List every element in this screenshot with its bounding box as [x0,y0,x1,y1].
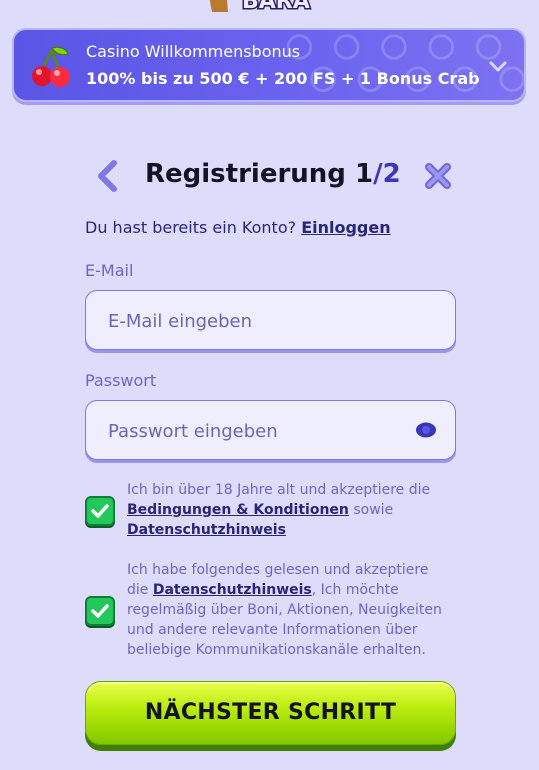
checkmark-icon [91,604,109,618]
login-link[interactable]: Einloggen [301,218,390,237]
password-input[interactable] [106,401,410,461]
brand-logo-text: BARA [242,0,310,14]
cherry-icon [32,46,70,87]
terms-link[interactable]: Bedingungen & Konditionen [127,502,349,518]
step-total: 2 [382,159,401,189]
page-title-text: Registrierung [145,159,346,189]
privacy-link[interactable]: Datenschutzhinweis [127,522,286,538]
marketing-consent-text: Ich habe folgendes gelesen und akzeptier… [127,560,447,660]
welcome-bonus-banner[interactable]: Casino Willkommensbonus 100% bis zu 500 … [12,28,526,102]
age-terms-checkbox[interactable] [85,496,115,526]
login-prompt: Du hast bereits ein Konto? Einloggen [85,218,391,237]
marketing-checkbox[interactable] [85,596,115,626]
eye-icon[interactable] [415,421,437,439]
banner-pattern [286,34,524,92]
next-step-label: NÄCHSTER SCHRITT [144,700,397,725]
step-current: 1 [354,159,374,189]
age-terms-middle: sowie [353,502,394,518]
email-label: E-Mail [85,261,134,280]
chevron-left-icon[interactable] [96,160,120,192]
password-field-container [85,400,456,461]
brand-logo: BARA [209,0,311,14]
checkmark-icon [91,504,109,518]
password-label: Passwort [85,371,157,390]
age-terms-text: Ich bin über 18 Jahre alt und akzeptiere… [127,480,447,540]
email-input[interactable] [106,291,410,351]
next-step-button[interactable]: NÄCHSTER SCHRITT [85,681,456,745]
age-terms-prefix: Ich bin über 18 Jahre alt und akzeptiere… [127,482,431,498]
step-separator: / [373,159,383,189]
bonus-offer: 100% bis zu 500 € + 200 FS + 1 Bonus Cra… [86,69,480,88]
bonus-title: Casino Willkommensbonus [86,42,301,61]
chevron-down-icon[interactable] [488,56,508,76]
login-prompt-text: Du hast bereits ein Konto? [85,218,297,237]
privacy-link[interactable]: Datenschutzhinweis [153,582,312,598]
page-title: Registrierung 1/2 [145,159,401,189]
close-icon[interactable] [424,162,452,190]
email-field-container [85,290,456,351]
